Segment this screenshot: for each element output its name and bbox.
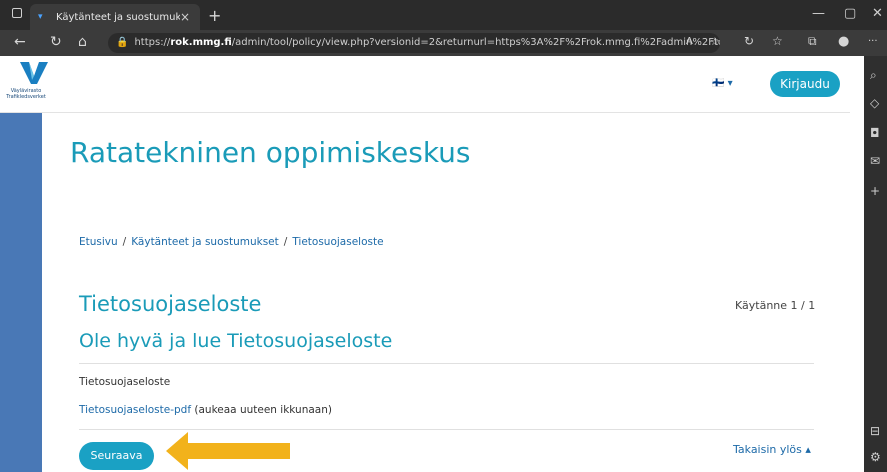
sidebar-settings-icon[interactable]: ⚙ xyxy=(870,450,881,464)
breadcrumb-current-link[interactable]: Tietosuojaseloste xyxy=(292,236,383,248)
left-accent-bar xyxy=(0,113,42,472)
policy-pdf-row: Tietosuojaseloste-pdf (aukeaa uuteen ikk… xyxy=(79,404,332,416)
breadcrumb: Etusivu / Käytänteet ja suostumukset / Tieto… xyxy=(79,236,384,248)
minimize-icon[interactable]: — xyxy=(812,6,825,21)
browser-navbar: ← ↻ ⌂ 🔒 https://rok.mmg.fi/admin/tool/pol… xyxy=(0,30,887,56)
back-to-top-link[interactable]: Takaisin ylös ▴ xyxy=(733,443,811,456)
breadcrumb-home-link[interactable]: Etusivu xyxy=(79,236,118,248)
collections-icon[interactable]: ⧉ xyxy=(808,34,817,49)
sidebar-add-icon[interactable]: + xyxy=(870,184,880,198)
window-menu-icon[interactable] xyxy=(12,8,22,18)
policy-name: Tietosuojaseloste xyxy=(79,376,171,388)
policy-subheading: Ole hyvä ja lue Tietosuojaseloste xyxy=(79,330,393,352)
breadcrumb-policies-link[interactable]: Käytänteet ja suostumukset xyxy=(131,236,279,248)
tab-close-icon[interactable]: × xyxy=(180,10,190,24)
policy-heading: Tietosuojaseloste xyxy=(79,292,262,316)
reload-icon[interactable]: ↻ xyxy=(50,34,62,50)
extension-icon[interactable]: ↻ xyxy=(744,34,754,48)
breadcrumb-separator: / xyxy=(122,236,127,248)
url-host: https:// xyxy=(134,37,171,48)
more-icon[interactable]: ··· xyxy=(868,36,878,47)
new-tab-button[interactable]: + xyxy=(208,6,221,25)
breadcrumb-separator: / xyxy=(283,236,288,248)
policy-pdf-link[interactable]: Tietosuojaseloste-pdf xyxy=(79,404,191,416)
favorites-icon[interactable]: ☆ xyxy=(772,34,783,48)
browser-titlebar: ▾ Käytänteet ja suostumukset × + — ▢ ✕ xyxy=(0,0,887,30)
sidebar-split-icon[interactable]: ⊟ xyxy=(870,424,880,438)
address-bar[interactable]: 🔒 https://rok.mmg.fi/admin/tool/policy/vi… xyxy=(108,33,720,53)
back-icon[interactable]: ← xyxy=(14,34,26,50)
browser-sidebar: ⌕ ◇ ◘ ✉ + ⊟ ⚙ xyxy=(864,56,887,472)
divider xyxy=(79,429,814,430)
profile-icon[interactable]: ● xyxy=(838,34,849,49)
site-header: Väylävirasto Trafikledsverket 🇫🇮 ▾ Kirja… xyxy=(0,56,850,113)
url-host-bold: rok.mmg.fi xyxy=(170,37,232,48)
policy-count: Käytänne 1 / 1 xyxy=(735,299,816,312)
browser-tab[interactable]: ▾ Käytänteet ja suostumukset × xyxy=(30,4,200,30)
login-button[interactable]: Kirjaudu xyxy=(770,71,840,97)
url-path: /admin/tool/policy/view.php?versionid=2&… xyxy=(231,37,720,48)
language-menu-button[interactable]: 🇫🇮 ▾ xyxy=(712,78,733,89)
sidebar-shopping-icon[interactable]: ◇ xyxy=(870,96,879,110)
close-icon[interactable]: ✕ xyxy=(872,6,883,21)
maximize-icon[interactable]: ▢ xyxy=(844,6,856,21)
divider xyxy=(79,363,814,364)
sidebar-outlook-icon[interactable]: ✉ xyxy=(870,154,880,168)
policy-pdf-note: (aukeaa uuteen ikkunaan) xyxy=(191,404,332,416)
site-title: Ratatekninen oppimiskeskus xyxy=(70,136,471,169)
sidebar-office-icon[interactable]: ◘ xyxy=(870,126,880,140)
favorite-icon[interactable]: ☆ xyxy=(710,35,720,48)
tab-favicon-icon: ▾ xyxy=(38,12,43,22)
logo-text: Väylävirasto Trafikledsverket xyxy=(6,88,46,100)
vayla-logo-icon[interactable] xyxy=(20,62,48,84)
lock-icon: 🔒 xyxy=(116,37,129,48)
tab-title: Käytänteet ja suostumukset xyxy=(56,11,180,23)
home-icon[interactable]: ⌂ xyxy=(78,34,87,50)
next-button[interactable]: Seuraava xyxy=(79,442,154,470)
read-aloud-icon[interactable]: A xyxy=(686,36,693,47)
sidebar-search-icon[interactable]: ⌕ xyxy=(870,68,877,83)
arrow-left-icon xyxy=(166,432,290,470)
page-viewport: Väylävirasto Trafikledsverket 🇫🇮 ▾ Kirja… xyxy=(0,56,850,472)
